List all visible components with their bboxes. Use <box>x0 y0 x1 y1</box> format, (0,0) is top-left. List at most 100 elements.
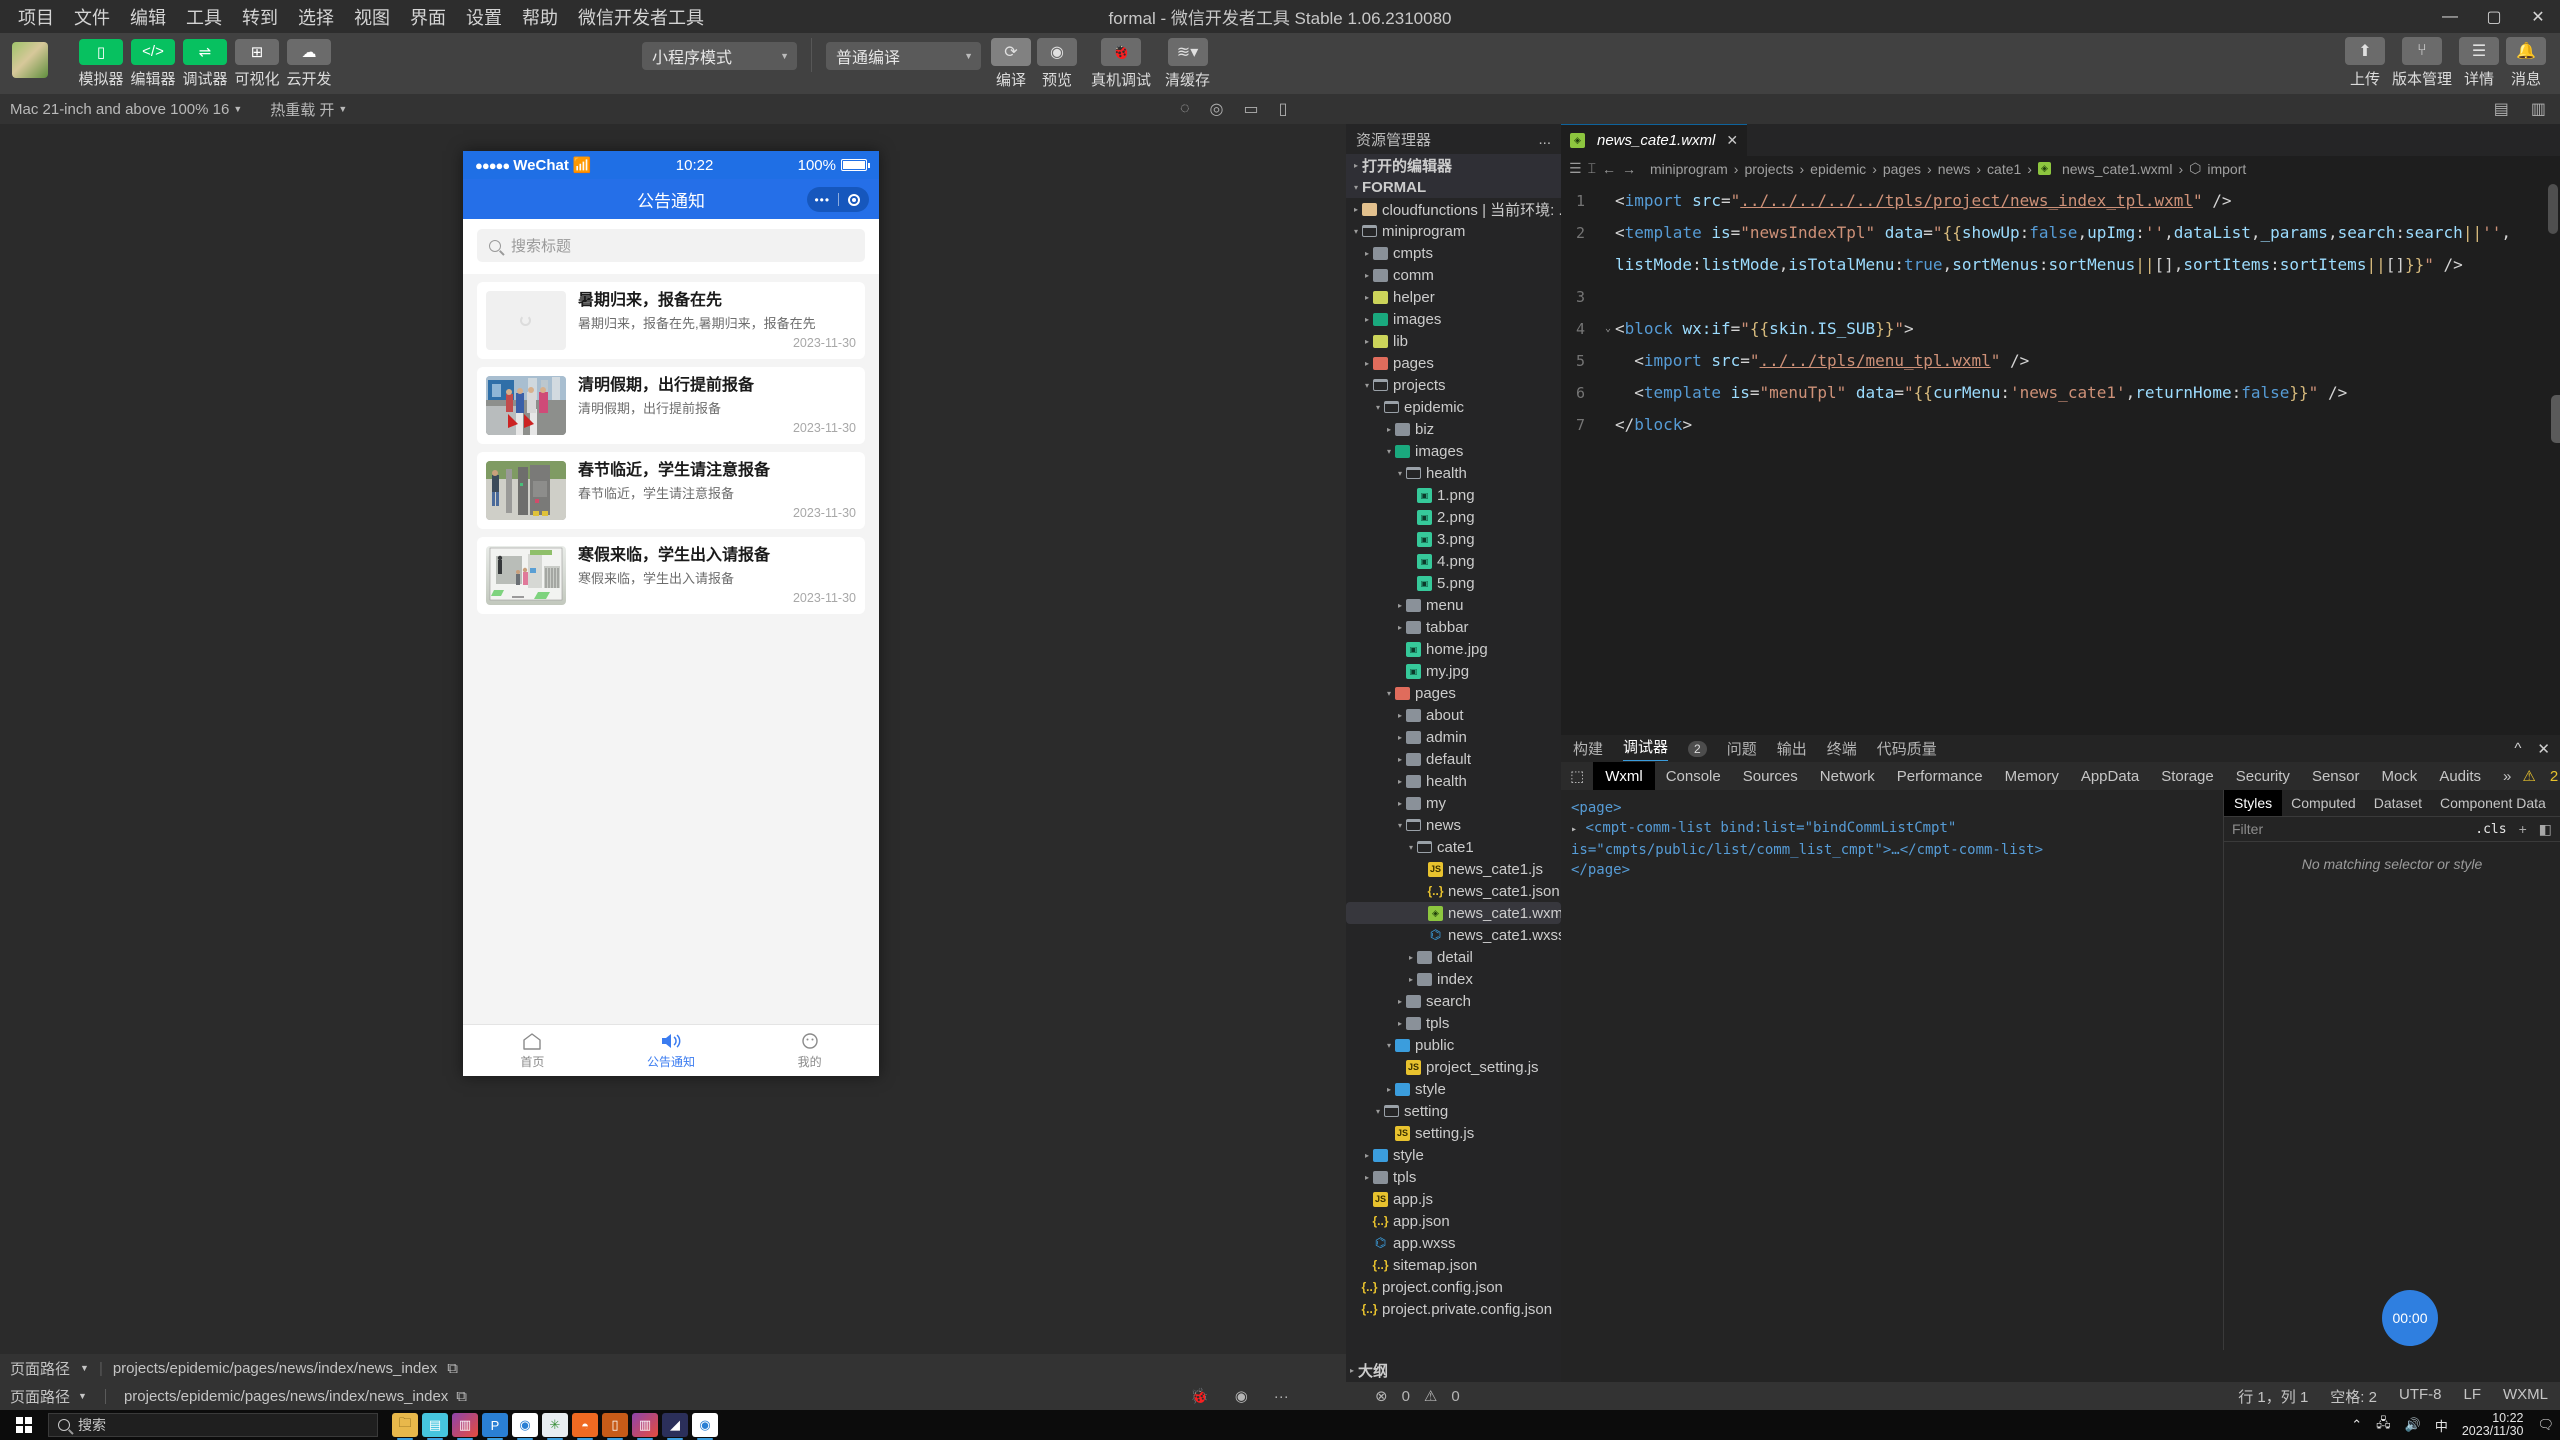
eol-setting[interactable]: LF <box>2463 1386 2481 1407</box>
explorer-item[interactable]: ▸ images <box>1346 308 1561 330</box>
disclosure-icon[interactable]: ▸ <box>1383 425 1395 434</box>
split-icon[interactable]: ▤ <box>2494 99 2509 119</box>
cls-button[interactable]: .cls <box>2475 822 2506 837</box>
explorer-open-editors[interactable]: ▸ 打开的编辑器 <box>1346 154 1561 176</box>
disclosure-icon[interactable]: ▸ <box>1394 623 1406 632</box>
disclosure-icon[interactable]: ▸ <box>1394 755 1406 764</box>
firefox-icon[interactable]: ◓ <box>572 1413 598 1440</box>
version-control-button[interactable]: ⑂ 版本管理 <box>2392 37 2452 89</box>
outline-toggle-icon[interactable]: ☰ <box>1569 160 1582 177</box>
app-icon-11[interactable]: ◉ <box>692 1413 718 1440</box>
panel-tab-audits[interactable]: Audits <box>2428 768 2492 785</box>
add-rule-icon[interactable]: + <box>2519 821 2527 837</box>
explorer-item[interactable]: ▣ 1.png <box>1346 484 1561 506</box>
chevron-down-icon-status[interactable]: ▼ <box>78 1391 87 1401</box>
explorer-item[interactable]: ▸ pages <box>1346 352 1561 374</box>
panel-tab-storage[interactable]: Storage <box>2150 768 2225 785</box>
close-panel-icon[interactable]: ✕ <box>2537 740 2550 758</box>
more-icon-status[interactable]: ··· <box>1274 1388 1289 1405</box>
volume-icon[interactable]: 🔊 <box>2405 1417 2421 1433</box>
disclosure-icon[interactable]: ▾ <box>1350 227 1362 236</box>
fullscreen-icon[interactable]: ▯ <box>1279 99 1288 119</box>
back-icon[interactable]: ← <box>1602 161 1616 177</box>
explorer-item[interactable]: {..} news_cate1.json <box>1346 880 1561 902</box>
explorer-item[interactable]: ⌬ news_cate1.wxss <box>1346 924 1566 946</box>
start-button[interactable] <box>0 1410 48 1440</box>
disclosure-icon[interactable]: ▸ <box>1361 249 1373 258</box>
explorer-item-selected[interactable]: ◈ news_cate1.wxml <box>1346 902 1566 924</box>
app-icon-6[interactable]: ✳ <box>542 1413 568 1440</box>
close-circle-icon[interactable] <box>839 193 870 206</box>
explorer-item[interactable]: JS app.js <box>1346 1188 1561 1210</box>
disclosure-icon[interactable]: ▾ <box>1372 1107 1384 1116</box>
explorer-item[interactable]: ▾ setting <box>1346 1100 1561 1122</box>
eye-icon-status[interactable]: ◉ <box>1235 1387 1248 1405</box>
compile-select[interactable]: 普通编译 ▼ <box>826 41 981 70</box>
fold-gutter-collapse[interactable]: ⌄ <box>1601 313 1615 345</box>
disclosure-icon[interactable]: ▸ <box>1361 1151 1373 1160</box>
panel-tab-performance[interactable]: Performance <box>1886 768 1994 785</box>
app-icon-2[interactable]: ▤ <box>422 1413 448 1440</box>
menu-item-goto[interactable]: 转到 <box>232 1 288 33</box>
explorer-item[interactable]: JS setting.js <box>1346 1122 1561 1144</box>
breadcrumb-item-pages[interactable]: pages <box>1883 161 1921 177</box>
simulator-toggle-button[interactable]: ▯ 模拟器 <box>78 38 124 89</box>
disclosure-icon[interactable]: ▸ <box>1394 799 1406 808</box>
code-area[interactable]: 1 <import src="../../../../../tpls/proje… <box>1561 181 2560 441</box>
tab-terminal[interactable]: 终端 <box>1827 738 1857 759</box>
breadcrumb-item-news[interactable]: news <box>1938 161 1971 177</box>
explorer-item[interactable]: ▸ helper <box>1346 286 1561 308</box>
clear-cache-button[interactable]: ≋▾ 清缓存 <box>1165 37 1210 90</box>
menu-item-interface[interactable]: 界面 <box>400 1 456 33</box>
explorer-item[interactable]: ▸ index <box>1346 968 1561 990</box>
explorer-root[interactable]: ▾ FORMAL <box>1346 176 1561 198</box>
explorer-item[interactable]: ▾ cate1 <box>1346 836 1561 858</box>
language-mode[interactable]: WXML <box>2503 1386 2548 1407</box>
styles-filter-input[interactable]: Filter <box>2232 821 2263 837</box>
search-input[interactable]: 搜索标题 <box>477 229 865 262</box>
taskbar-search[interactable]: 搜索 <box>48 1413 378 1437</box>
outline-section[interactable]: ▸ 大纲 <box>1346 1358 1561 1382</box>
disclosure-icon[interactable]: ▸ <box>1394 601 1406 610</box>
explorer-item[interactable]: ▸ tpls <box>1346 1012 1561 1034</box>
explorer-item[interactable]: ▸ tpls <box>1346 1166 1561 1188</box>
disclosure-icon[interactable]: ▸ <box>1394 777 1406 786</box>
panel-tab-network[interactable]: Network <box>1809 768 1886 785</box>
explorer-item[interactable]: ▾ miniprogram <box>1346 220 1561 242</box>
disclosure-icon[interactable]: ▾ <box>1372 403 1384 412</box>
tray-expand-icon[interactable]: ⌃ <box>2351 1417 2362 1433</box>
panel-icon[interactable]: ▥ <box>2531 99 2546 119</box>
explorer-item[interactable]: ▸ search <box>1346 990 1561 1012</box>
disclosure-icon[interactable]: ▸ <box>1361 1173 1373 1182</box>
disclosure-icon[interactable]: ▸ <box>1405 975 1417 984</box>
explorer-item[interactable]: ⌬ app.wxss <box>1346 1232 1561 1254</box>
panel-tab-memory[interactable]: Memory <box>1994 768 2070 785</box>
panel-tab-appdata[interactable]: AppData <box>2070 768 2150 785</box>
target-icon[interactable]: ◎ <box>1210 99 1224 119</box>
menu-item-settings[interactable]: 设置 <box>456 1 512 33</box>
disclosure-icon[interactable]: ▾ <box>1383 689 1395 698</box>
explorer-item[interactable]: ▸ detail <box>1346 946 1561 968</box>
styles-tab-dataset[interactable]: Dataset <box>2365 795 2431 811</box>
disclosure-icon[interactable]: ▾ <box>1405 843 1417 852</box>
status-problem-counts[interactable]: ⊗ 0 ⚠ 0 <box>1375 1387 1460 1406</box>
explorer-item[interactable]: ▣ my.jpg <box>1346 660 1561 682</box>
explorer-item[interactable]: ▸ health <box>1346 770 1561 792</box>
menu-item-file[interactable]: 文件 <box>64 1 120 33</box>
upload-button[interactable]: ⬆ 上传 <box>2344 37 2385 89</box>
mode-select[interactable]: 小程序模式 ▼ <box>642 41 797 70</box>
explorer-item[interactable]: {..} sitemap.json <box>1346 1254 1561 1276</box>
debugger-toggle-button[interactable]: ⇌ 调试器 <box>182 38 228 89</box>
menu-item-select[interactable]: 选择 <box>288 1 344 33</box>
breadcrumb-item-miniprogram[interactable]: miniprogram <box>1650 161 1728 177</box>
disclosure-icon[interactable]: ▸ <box>1361 337 1373 346</box>
explorer-item[interactable]: ▸ lib <box>1346 330 1561 352</box>
panel-tab-sensor[interactable]: Sensor <box>2301 768 2371 785</box>
realdevice-debug-button[interactable]: 🐞 真机调试 <box>1091 37 1151 90</box>
wechat-capsule[interactable]: ••• <box>807 187 869 212</box>
input-method-icon[interactable]: 中 <box>2435 1416 2448 1435</box>
editor-toggle-button[interactable]: </> 编辑器 <box>130 38 176 89</box>
app-icon-10[interactable]: ◢ <box>662 1413 688 1440</box>
disclosure-icon[interactable]: ▾ <box>1361 381 1373 390</box>
explorer-item[interactable]: ▸ tabbar <box>1346 616 1561 638</box>
